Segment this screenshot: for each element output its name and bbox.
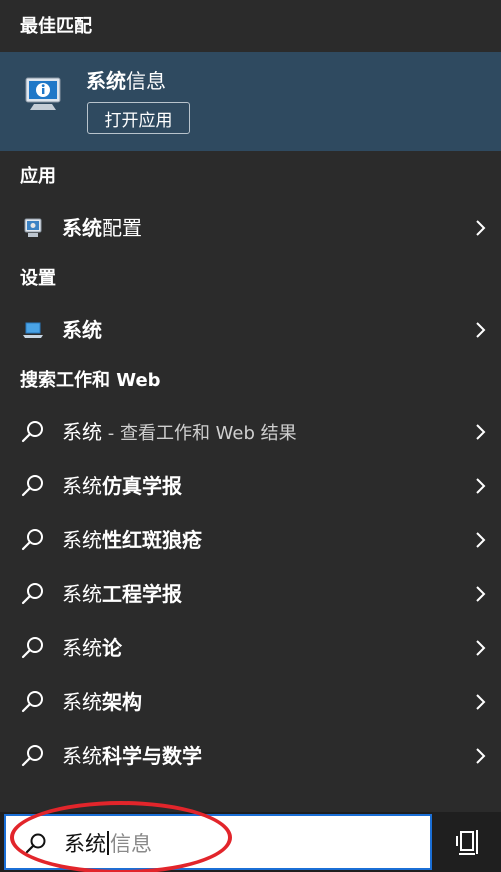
result-system-config[interactable]: 系统配置: [0, 202, 501, 254]
chevron-right-icon: [476, 322, 486, 338]
web-result-system[interactable]: 系统 - 查看工作和 Web 结果: [0, 406, 501, 458]
open-app-button[interactable]: 打开应用: [87, 102, 190, 134]
result-label: 系统性红斑狼疮: [62, 528, 202, 552]
result-label: 系统工程学报: [62, 582, 182, 606]
best-match-item[interactable]: 系统信息 打开应用: [0, 52, 501, 151]
chevron-right-icon: [476, 478, 486, 494]
result-label: 系统架构: [62, 690, 142, 714]
chevron-right-icon: [476, 424, 486, 440]
system-info-icon: [25, 77, 61, 110]
system-config-icon: [24, 218, 42, 237]
web-result-item[interactable]: 系统论: [0, 622, 501, 674]
result-label: 系统 - 查看工作和 Web 结果: [62, 420, 297, 444]
web-result-item[interactable]: 系统工程学报: [0, 568, 501, 620]
chevron-right-icon: [476, 532, 486, 548]
best-match-title: 系统信息: [86, 68, 166, 94]
search-icon: [21, 691, 43, 713]
result-label: 系统科学与数学: [62, 744, 202, 768]
search-icon: [21, 583, 43, 605]
best-match-title-bold: 系统: [86, 69, 126, 93]
chevron-right-icon: [476, 640, 486, 656]
chevron-right-icon: [476, 694, 486, 710]
result-label: 系统仿真学报: [62, 474, 182, 498]
chevron-right-icon: [476, 220, 486, 236]
task-view-icon[interactable]: [450, 823, 490, 861]
laptop-icon: [23, 322, 43, 338]
apps-header: 应用: [20, 166, 56, 187]
red-highlight-annotation: [10, 801, 232, 872]
search-icon: [21, 745, 43, 767]
result-label: 系统配置: [62, 216, 142, 240]
web-result-item[interactable]: 系统架构: [0, 676, 501, 728]
result-label: 系统: [62, 318, 102, 342]
best-match-header: 最佳匹配: [20, 16, 92, 37]
best-match-title-rest: 信息: [126, 69, 166, 93]
search-icon: [21, 637, 43, 659]
search-icon: [21, 421, 43, 443]
search-results-panel: 最佳匹配 系统信息 打开应用 应用 系统配置 设置 系统 搜索工作和 Web 系…: [0, 0, 501, 812]
search-icon: [21, 529, 43, 551]
result-settings-system[interactable]: 系统: [0, 304, 501, 356]
chevron-right-icon: [476, 748, 486, 764]
settings-header: 设置: [20, 268, 56, 289]
search-icon: [21, 475, 43, 497]
web-result-item[interactable]: 系统科学与数学: [0, 730, 501, 782]
web-search-header: 搜索工作和 Web: [20, 370, 161, 391]
web-result-item[interactable]: 系统性红斑狼疮: [0, 514, 501, 566]
chevron-right-icon: [476, 586, 486, 602]
result-label: 系统论: [62, 636, 122, 660]
web-result-item[interactable]: 系统仿真学报: [0, 460, 501, 512]
